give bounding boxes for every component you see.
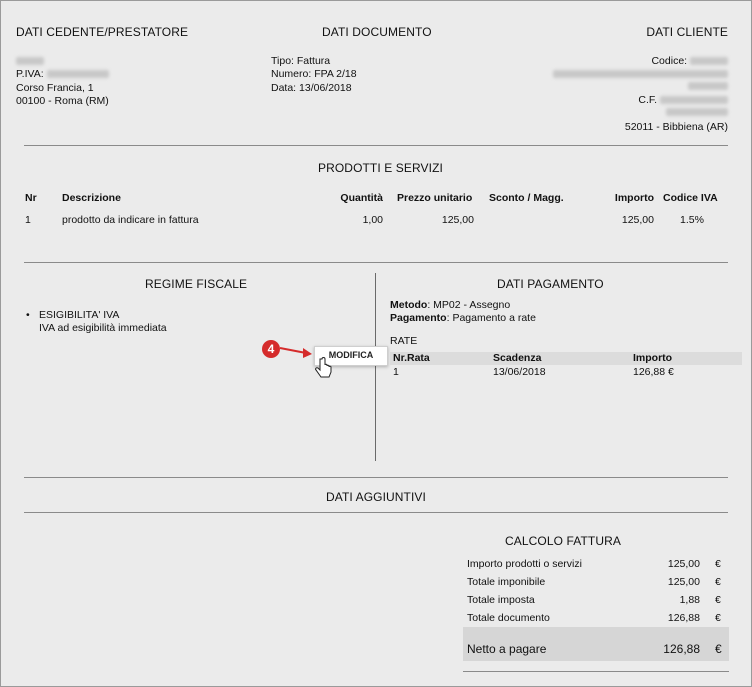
numero-label: Numero: [271, 68, 312, 80]
cliente-address-redacted [666, 106, 728, 118]
pagamento-metodo: Metodo: MP02 - Assegno [390, 299, 510, 311]
cliente-cf: C.F. [638, 94, 728, 106]
rate-cell-importo: 126,88 € [633, 366, 674, 378]
calcolo-currency: € [715, 594, 721, 606]
column-divider [375, 273, 376, 461]
cell-codice-iva: 1.5% [680, 214, 704, 226]
calcolo-label: Importo prodotti o servizi [467, 558, 582, 570]
cliente-name-redacted [553, 68, 728, 80]
regime-item-title: ESIGIBILITA' IVA [39, 309, 120, 321]
divider [24, 262, 728, 263]
pagamento-tipo: Pagamento: Pagamento a rate [390, 312, 536, 324]
pagamento-value: : Pagamento a rate [446, 312, 536, 324]
cedente-heading: DATI CEDENTE/PRESTATORE [16, 25, 189, 39]
divider [463, 671, 729, 672]
regime-heading: REGIME FISCALE [145, 277, 248, 291]
regime-bullet: • [26, 309, 30, 321]
calcolo-currency: € [715, 576, 721, 588]
arrow-icon [279, 347, 312, 358]
regime-item-desc: IVA ad esigibilità immediata [39, 322, 167, 334]
calcolo-label: Totale documento [467, 612, 550, 624]
cliente-city: 52011 - Bibbiena (AR) [624, 121, 728, 133]
col-quantita: Quantità [340, 192, 383, 204]
cliente-name-redacted-2 [688, 80, 728, 92]
calcolo-heading: CALCOLO FATTURA [505, 534, 621, 548]
aggiuntivi-heading: DATI AGGIUNTIVI [326, 490, 426, 504]
documento-heading: DATI DOCUMENTO [322, 25, 432, 39]
cliente-codice: Codice: [651, 55, 728, 67]
rate-cell-scadenza: 13/06/2018 [493, 366, 546, 378]
cedente-address2: 00100 - Roma (RM) [16, 95, 109, 107]
numero-value: FPA 2/18 [314, 68, 357, 80]
netto-value: 126,88 [663, 642, 700, 656]
divider [24, 477, 728, 478]
pagamento-label: Pagamento [390, 312, 447, 324]
cell-prezzo: 125,00 [441, 214, 474, 226]
cedente-address1: Corso Francia, 1 [16, 82, 94, 94]
codice-label: Codice: [651, 55, 688, 67]
divider [24, 512, 728, 513]
hand-cursor-icon [315, 357, 332, 378]
step-badge: 4 [262, 340, 280, 358]
piva-redacted [46, 70, 109, 79]
netto-label: Netto a pagare [467, 642, 547, 656]
metodo-label: Metodo [390, 299, 428, 311]
documento-numero: Numero: FPA 2/18 [271, 68, 357, 80]
cedente-name-redacted [16, 55, 44, 67]
rate-label: RATE [390, 335, 418, 347]
calcolo-value: 125,00 [667, 576, 700, 588]
calcolo-label: Totale imponibile [467, 576, 546, 588]
col-importo: Importo [614, 192, 654, 204]
cell-nr: 1 [25, 214, 31, 226]
col-nr: Nr [25, 192, 37, 204]
col-prezzo: Prezzo unitario [397, 192, 473, 204]
documento-data: Data: 13/06/2018 [271, 82, 352, 94]
cell-importo: 125,00 [621, 214, 654, 226]
netto-currency: € [715, 642, 722, 656]
calcolo-label: Totale imposta [467, 594, 535, 606]
cedente-piva: P.IVA: [16, 68, 109, 80]
col-codice-iva: Codice IVA [663, 192, 718, 204]
rate-col-scadenza: Scadenza [493, 352, 542, 364]
calcolo-value: 125,00 [667, 558, 700, 570]
cell-descrizione: prodotto da indicare in fattura [62, 214, 199, 226]
prodotti-heading: PRODOTTI E SERVIZI [318, 161, 443, 175]
calcolo-value: 126,88 [667, 612, 700, 624]
calcolo-currency: € [715, 558, 721, 570]
calcolo-value: 1,88 [679, 594, 700, 606]
pagamento-heading: DATI PAGAMENTO [497, 277, 604, 291]
cliente-heading: DATI CLIENTE [646, 25, 728, 39]
cell-quantita: 1,00 [362, 214, 383, 226]
rate-header-bar [390, 352, 742, 365]
col-sconto: Sconto / Magg. [489, 192, 564, 204]
metodo-value: : MP02 - Assegno [427, 299, 511, 311]
documento-tipo: Tipo: Fattura [271, 55, 331, 67]
rate-col-nr: Nr.Rata [393, 352, 430, 364]
piva-label: P.IVA: [16, 68, 44, 80]
rate-col-importo: Importo [633, 352, 673, 364]
col-descrizione: Descrizione [62, 192, 121, 204]
rate-cell-nr: 1 [393, 366, 399, 378]
divider [24, 145, 728, 146]
calcolo-currency: € [715, 612, 721, 624]
cf-label: C.F. [638, 94, 658, 106]
